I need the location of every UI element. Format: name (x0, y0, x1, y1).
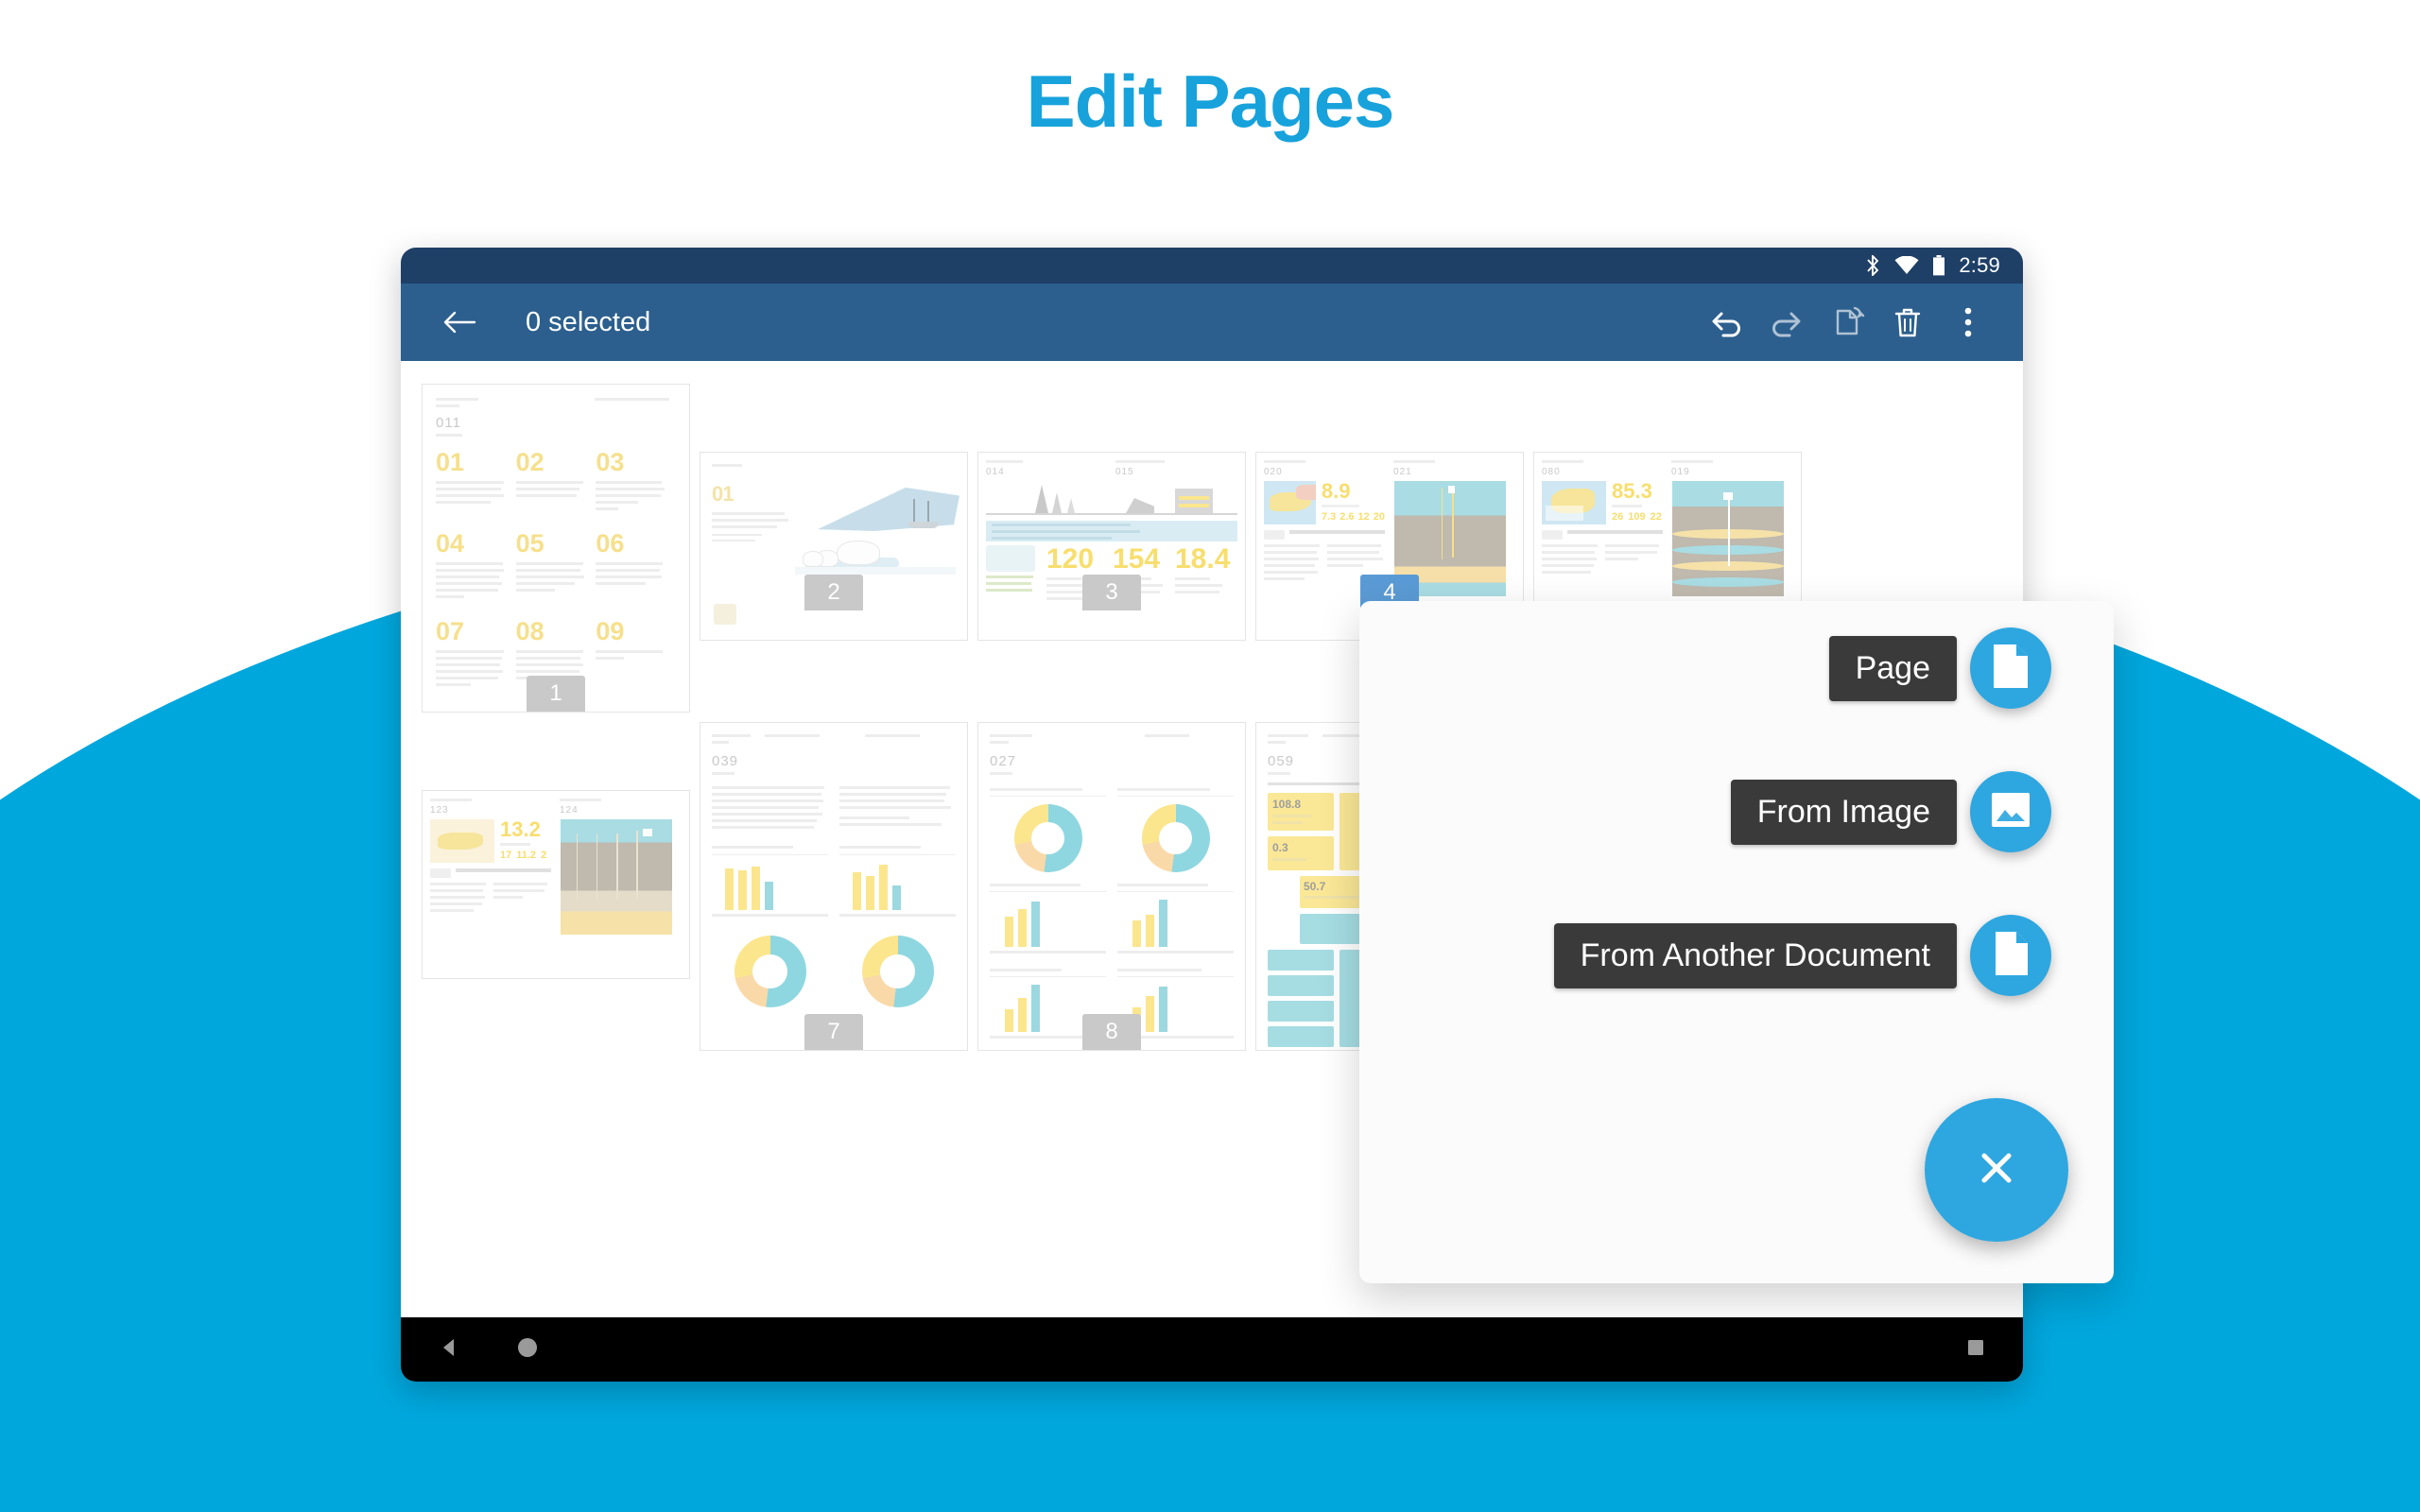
page-code-5: 080 (1542, 467, 1561, 477)
page9-tile: 0.3 (1272, 841, 1288, 854)
page1-item: 05 (515, 529, 544, 558)
page-icon (1990, 643, 2031, 695)
wifi-icon (1894, 256, 1919, 275)
rotate-page-button[interactable] (1817, 292, 1877, 352)
page6-stat: 13.2 (500, 817, 541, 841)
add-page-menu-sheet: Page From Image From Another Document (1359, 601, 2114, 1283)
selection-count-label: 0 selected (526, 306, 651, 337)
page-number-badge: 3 (1082, 575, 1141, 610)
page-thumbnail-8[interactable]: 027 8 (977, 722, 1246, 1051)
app-toolbar: 0 selected (401, 284, 2023, 361)
page2-heading-number: 01 (712, 482, 734, 506)
menu-item-from-image-label: From Image (1730, 779, 1957, 845)
close-menu-button[interactable] (1925, 1098, 2068, 1242)
page-thumbnail-7[interactable]: 039 7 (700, 722, 968, 1051)
page1-item: 01 (436, 448, 465, 476)
page9-tile: 108.8 (1272, 798, 1302, 811)
page-icon-button[interactable] (1970, 627, 2051, 709)
screenshot-root: Edit Pages 2:59 0 selected 011 01 02 03 … (0, 0, 2420, 1512)
document-icon-button[interactable] (1970, 915, 2051, 996)
menu-item-from-another-document-label: From Another Document (1553, 922, 1957, 988)
page-number-badge: 8 (1082, 1014, 1141, 1050)
page-title: Edit Pages (1026, 60, 1395, 143)
page-thumbnail-2[interactable]: 01 2 (700, 384, 968, 713)
menu-item-page-label: Page (1828, 635, 1957, 701)
page-code-8: 027 (990, 753, 1017, 769)
menu-item-page[interactable]: Page (1828, 627, 2051, 709)
page1-item: 06 (596, 529, 625, 558)
image-icon (1989, 790, 2032, 834)
page3-stat: 120 (1046, 543, 1095, 575)
page1-item: 02 (515, 448, 544, 476)
page1-item: 07 (436, 617, 465, 645)
bluetooth-icon (1864, 255, 1881, 276)
status-clock: 2:59 (1959, 253, 2000, 277)
page-thumbnail-3[interactable]: 014 015 120 154 18.4 3 (977, 384, 1246, 713)
menu-item-from-another-document[interactable]: From Another Document (1553, 915, 2051, 996)
delete-button[interactable] (1877, 292, 1938, 352)
page1-item: 04 (436, 529, 465, 558)
page5-stat: 85.3 (1612, 479, 1652, 503)
status-bar: 2:59 (401, 248, 2023, 284)
redo-button[interactable] (1756, 292, 1817, 352)
page3-stat: 154 (1113, 543, 1161, 575)
page1-item: 08 (515, 617, 544, 645)
battery-icon (1932, 255, 1945, 276)
page1-item: 03 (596, 448, 625, 476)
image-icon-button[interactable] (1970, 771, 2051, 852)
nav-home-icon[interactable] (514, 1334, 541, 1366)
page-code-7: 039 (712, 753, 739, 769)
menu-item-from-image[interactable]: From Image (1730, 771, 2051, 852)
page-code-3: 014 (986, 467, 1005, 477)
overflow-menu-button[interactable] (1938, 292, 1998, 352)
page-thumbnail-1[interactable]: 011 01 02 03 04 05 06 07 08 09 1 (422, 384, 690, 713)
undo-button[interactable] (1696, 292, 1756, 352)
page-code-6: 123 (430, 805, 449, 816)
page-number-badge: 1 (527, 676, 585, 712)
page-number-badge: 7 (804, 1014, 863, 1050)
nav-back-icon[interactable] (437, 1335, 461, 1365)
page4-stat: 8.9 (1321, 479, 1351, 503)
page-code-4: 020 (1264, 467, 1283, 477)
close-icon (1975, 1146, 2018, 1194)
page3-stat: 18.4 (1175, 543, 1231, 575)
document-icon (1992, 930, 2030, 982)
back-button[interactable] (429, 292, 490, 352)
page-code-1: 011 (436, 415, 461, 431)
page-thumbnail-6[interactable]: 123 124 13.2 17 11.2 2 (422, 722, 690, 1051)
page1-item: 09 (596, 617, 625, 645)
page-number-badge: 2 (804, 575, 863, 610)
nav-recents-icon[interactable] (1964, 1336, 1987, 1364)
android-navigation-bar (401, 1317, 2023, 1382)
